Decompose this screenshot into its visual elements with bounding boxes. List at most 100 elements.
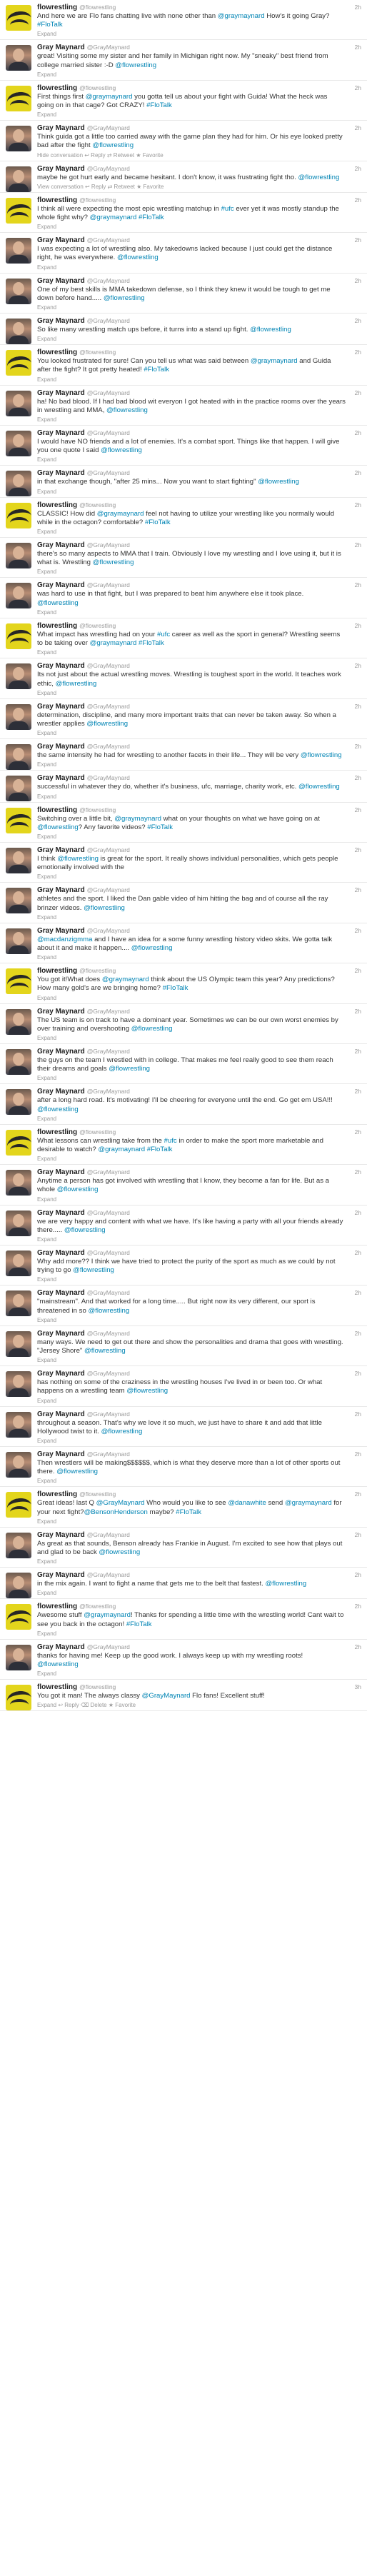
author-handle[interactable]: @GrayMaynard xyxy=(87,774,130,781)
profile-avatar[interactable] xyxy=(6,703,31,730)
mention-link[interactable]: @graymaynard xyxy=(285,1499,332,1507)
author-handle[interactable]: @GrayMaynard xyxy=(87,1048,130,1055)
mention-link[interactable]: @flowrestling xyxy=(298,174,340,181)
hashtag-link[interactable]: #FloTalk xyxy=(139,214,164,221)
tweet-actions[interactable]: Expand xyxy=(37,1438,346,1444)
timestamp[interactable]: 2h xyxy=(355,429,361,436)
author-name[interactable]: Gray Maynard xyxy=(37,124,85,132)
hashtag-link[interactable]: #FloTalk xyxy=(139,639,164,647)
profile-avatar[interactable] xyxy=(6,390,31,416)
flowrestling-logo-avatar[interactable] xyxy=(6,1492,31,1518)
tweet-actions[interactable]: Expand xyxy=(37,730,346,736)
tweet[interactable]: Gray Maynard @GrayMaynard 2h I would have… xyxy=(0,426,367,466)
timestamp[interactable]: 2h xyxy=(355,469,361,476)
profile-avatar[interactable] xyxy=(6,319,31,345)
mention-link[interactable]: @flowrestling xyxy=(73,1266,114,1274)
author-name[interactable]: Gray Maynard xyxy=(37,703,85,711)
author-handle[interactable]: @GrayMaynard xyxy=(87,124,130,131)
author-name[interactable]: Gray Maynard xyxy=(37,927,85,935)
mention-link[interactable]: @flowrestling xyxy=(115,61,156,69)
author-name[interactable]: Gray Maynard xyxy=(37,886,85,894)
author-name[interactable]: Gray Maynard xyxy=(37,44,85,51)
profile-avatar[interactable] xyxy=(6,1452,31,1478)
hashtag-link[interactable]: #FloTalk xyxy=(176,1508,201,1516)
timestamp[interactable]: 2h xyxy=(355,541,361,548)
hashtag-link[interactable]: #FloTalk xyxy=(144,366,169,374)
tweet-actions[interactable]: Expand xyxy=(37,1518,346,1525)
tweet-actions[interactable]: Expand xyxy=(37,1357,346,1363)
mention-link[interactable]: @graymaynard xyxy=(114,815,161,823)
flowrestling-logo-avatar[interactable] xyxy=(6,1604,31,1630)
tweet[interactable]: flowrestling @flowrestling 2h You got it!… xyxy=(0,963,367,1004)
author-name[interactable]: flowrestling xyxy=(37,4,77,11)
tweet-actions[interactable]: Expand xyxy=(37,1196,346,1203)
author-handle[interactable]: @GrayMaynard xyxy=(87,1168,130,1176)
author-name[interactable]: Gray Maynard xyxy=(37,389,85,397)
tweet-actions[interactable]: Expand xyxy=(37,1035,346,1041)
tweet[interactable]: flowrestling @flowrestling 2h First thing… xyxy=(0,81,367,121)
flowrestling-logo-avatar[interactable] xyxy=(6,1129,31,1156)
author-handle[interactable]: @flowrestling xyxy=(79,806,116,813)
mention-link[interactable]: @flowrestling xyxy=(131,1025,173,1033)
tweet[interactable]: Gray Maynard @GrayMaynard 2h many ways. W… xyxy=(0,1326,367,1367)
tweet-actions[interactable]: Expand xyxy=(37,833,346,840)
tweet-actions[interactable]: Expand xyxy=(37,914,346,921)
author-handle[interactable]: @GrayMaynard xyxy=(87,165,130,172)
author-name[interactable]: flowrestling xyxy=(37,622,77,630)
mention-link[interactable]: @flowrestling xyxy=(56,1468,98,1475)
mention-link[interactable]: @macdanzigmma xyxy=(37,936,92,943)
author-handle[interactable]: @GrayMaynard xyxy=(87,1289,130,1296)
tweet[interactable]: flowrestling @flowrestling 2h You looked … xyxy=(0,345,367,386)
author-handle[interactable]: @GrayMaynard xyxy=(87,1370,130,1377)
tweet-actions[interactable]: Expand xyxy=(37,954,346,961)
mention-link[interactable]: @flowrestling xyxy=(37,1660,79,1668)
tweet[interactable]: Gray Maynard @GrayMaynard 2h Why add more… xyxy=(0,1246,367,1286)
profile-avatar[interactable] xyxy=(6,1250,31,1276)
tweet[interactable]: flowrestling @flowrestling 2h CLASSIC! Ho… xyxy=(0,498,367,538)
tweet[interactable]: Gray Maynard @GrayMaynard 2h athletes and… xyxy=(0,883,367,923)
profile-avatar[interactable] xyxy=(6,1411,31,1438)
tweet-actions[interactable]: Expand xyxy=(37,31,346,37)
hashtag-link[interactable]: #ufc xyxy=(221,205,234,213)
author-handle[interactable]: @GrayMaynard xyxy=(87,1531,130,1538)
hashtag-link[interactable]: #FloTalk xyxy=(146,101,172,109)
tweet[interactable]: Gray Maynard @GrayMaynard 2h the guys on … xyxy=(0,1044,367,1085)
tweet[interactable]: flowrestling @flowrestling 2h Great ideas… xyxy=(0,1487,367,1528)
tweet-actions[interactable]: Expand xyxy=(37,416,346,423)
tweet[interactable]: Gray Maynard @GrayMaynard 2h was hard to … xyxy=(0,578,367,618)
tweet[interactable]: Gray Maynard @GrayMaynard 2h ha! No bad b… xyxy=(0,386,367,426)
tweet[interactable]: Gray Maynard @GrayMaynard 2h in the mix a… xyxy=(0,1568,367,1600)
hashtag-link[interactable]: #FloTalk xyxy=(147,823,173,831)
flowrestling-logo-avatar[interactable] xyxy=(6,968,31,995)
author-name[interactable]: Gray Maynard xyxy=(37,1168,85,1176)
mention-link[interactable]: @flowrestling xyxy=(56,680,97,688)
timestamp[interactable]: 2h xyxy=(355,1008,361,1015)
author-handle[interactable]: @flowrestling xyxy=(79,1128,116,1136)
tweet[interactable]: Gray Maynard @GrayMaynard 2h in that exch… xyxy=(0,466,367,498)
hashtag-link[interactable]: #FloTalk xyxy=(163,984,188,992)
author-name[interactable]: Gray Maynard xyxy=(37,1450,85,1458)
hashtag-link[interactable]: #ufc xyxy=(164,1137,177,1145)
mention-link[interactable]: @flowrestling xyxy=(84,904,125,912)
timestamp[interactable]: 2h xyxy=(355,196,361,204)
tweet[interactable]: Gray Maynard @GrayMaynard 2h @macdanzigmm… xyxy=(0,923,367,964)
timestamp[interactable]: 2h xyxy=(355,1490,361,1498)
tweet-actions[interactable]: Expand xyxy=(37,609,346,616)
tweet-actions[interactable]: Expand xyxy=(37,111,346,118)
mention-link[interactable]: @GrayMaynard xyxy=(96,1499,145,1507)
hashtag-link[interactable]: #ufc xyxy=(157,631,170,638)
mention-link[interactable]: @danawhite xyxy=(228,1499,266,1507)
timestamp[interactable]: 2h xyxy=(355,927,361,934)
profile-avatar[interactable] xyxy=(6,1210,31,1236)
profile-avatar[interactable] xyxy=(6,776,31,802)
mention-link[interactable]: @flowrestling xyxy=(93,558,134,566)
mention-link[interactable]: @flowrestling xyxy=(86,720,128,728)
timestamp[interactable]: 2h xyxy=(355,1209,361,1216)
tweet[interactable]: Gray Maynard @GrayMaynard 2h Then wrestle… xyxy=(0,1447,367,1488)
author-name[interactable]: flowrestling xyxy=(37,1603,77,1610)
tweet[interactable]: flowrestling @flowrestling 2h Awesome stu… xyxy=(0,1599,367,1640)
mention-link[interactable]: @flowrestling xyxy=(64,1226,106,1234)
tweet[interactable]: Gray Maynard @GrayMaynard 2h I think @flo… xyxy=(0,843,367,883)
hashtag-link[interactable]: #FloTalk xyxy=(126,1620,152,1628)
mention-link[interactable]: @flowrestling xyxy=(301,751,342,759)
